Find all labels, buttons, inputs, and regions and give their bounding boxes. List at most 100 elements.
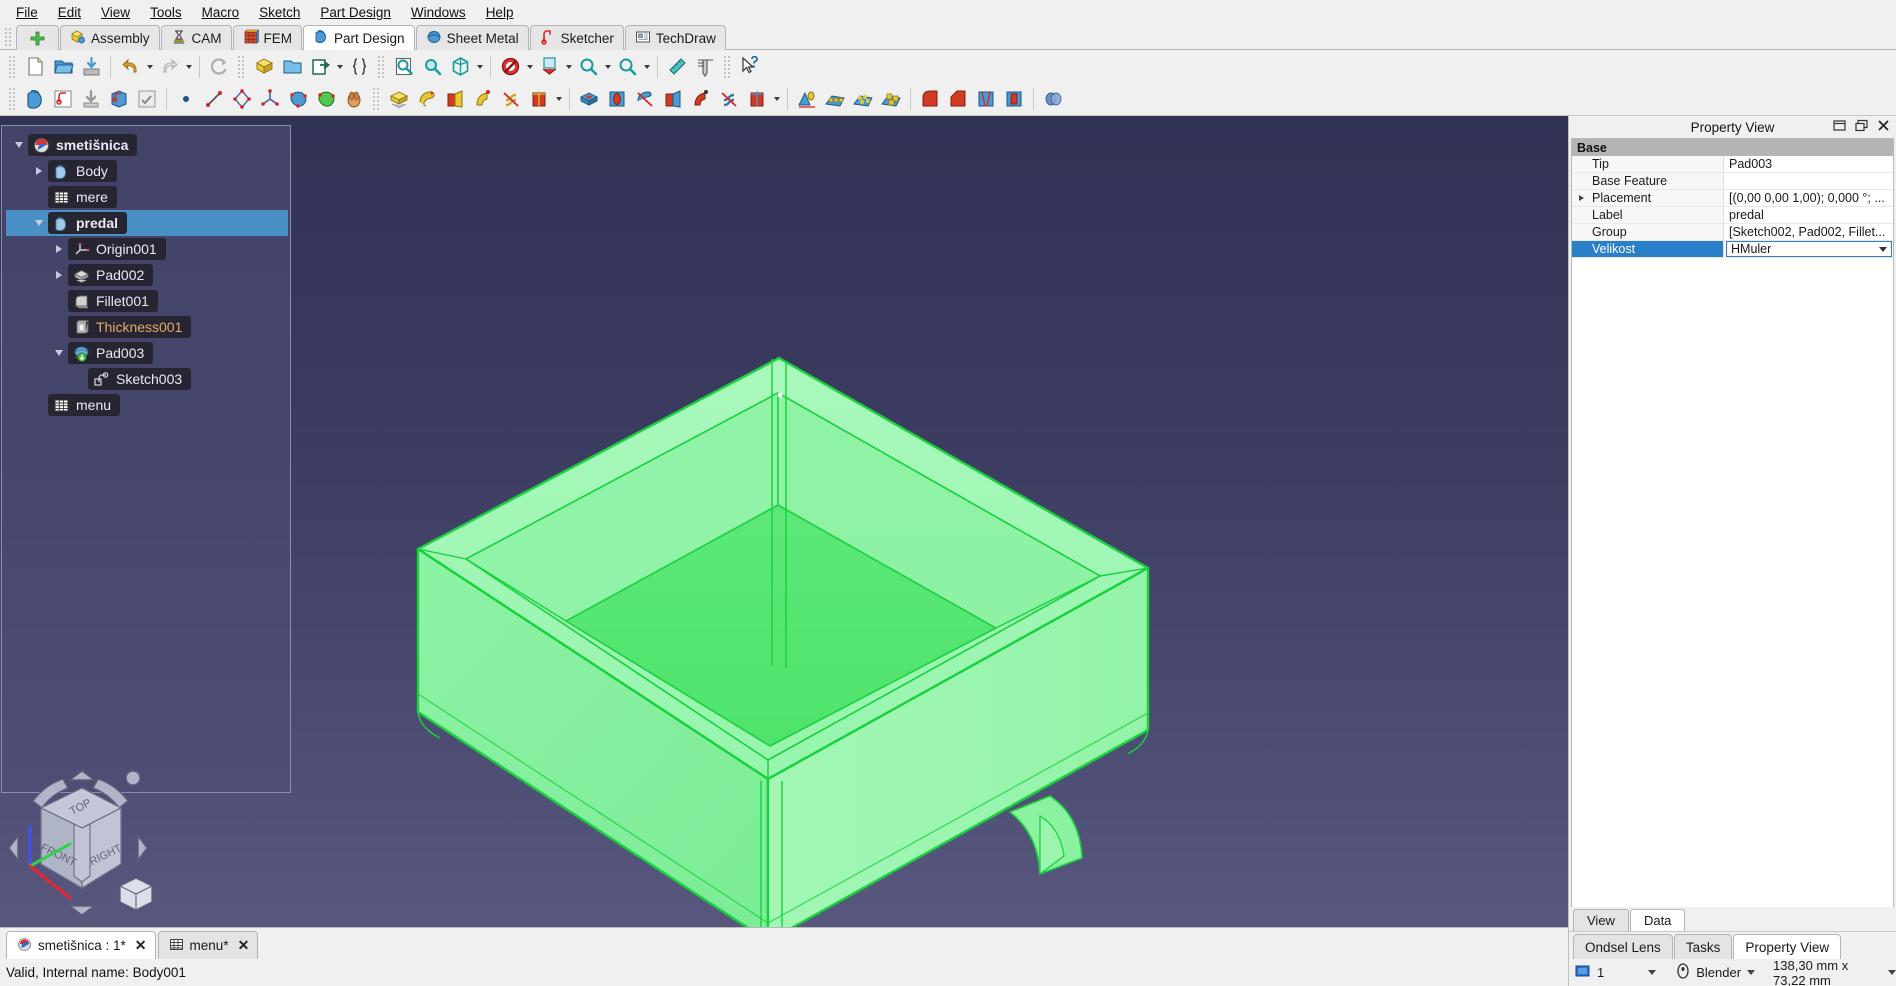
restore-icon[interactable]: [1833, 119, 1846, 135]
property-value-cell[interactable]: [(0,00 0,00 1,00); 0,000 °; ...: [1724, 190, 1893, 206]
renderer-dropdown[interactable]: [1747, 970, 1756, 975]
tree-item-chip[interactable]: predal: [48, 212, 128, 234]
toolbar-grip[interactable]: [4, 27, 13, 47]
chevron-down-icon[interactable]: [10, 132, 28, 158]
create-plane-button[interactable]: [228, 85, 256, 113]
property-row[interactable]: Placement [(0,00 0,00 1,00); 0,000 °; ...: [1572, 190, 1893, 207]
chamfer-button[interactable]: [944, 85, 972, 113]
tree-item-chip[interactable]: Pad003: [68, 342, 154, 364]
property-row[interactable]: Base Feature: [1572, 173, 1893, 190]
property-value-cell[interactable]: Pad003: [1724, 156, 1893, 172]
caliper-button[interactable]: [691, 53, 719, 81]
workbench-tab-part-design[interactable]: Part Design: [303, 25, 415, 50]
draft-button[interactable]: [972, 85, 1000, 113]
tab-data[interactable]: Data: [1629, 909, 1686, 931]
additive-helix-button[interactable]: [497, 85, 525, 113]
toolbar-grip[interactable]: [237, 54, 246, 79]
pocket-button[interactable]: [575, 85, 603, 113]
linear-pattern-button[interactable]: [821, 85, 849, 113]
fit-selection-button[interactable]: [418, 53, 446, 81]
groove-button[interactable]: [631, 85, 659, 113]
additive-primitive-dropdown[interactable]: [553, 85, 564, 113]
tree-item-chip[interactable]: Thickness001: [68, 316, 192, 338]
tree-item-origin001[interactable]: Origin001: [6, 236, 288, 262]
fit-all-button[interactable]: [390, 53, 418, 81]
link-dropdown[interactable]: [334, 53, 345, 81]
redo-dropdown[interactable]: [183, 53, 194, 81]
zoom-selection-button[interactable]: [574, 53, 602, 81]
chevron-down-icon[interactable]: [30, 210, 48, 236]
tree-item-chip[interactable]: smetišnica: [28, 134, 138, 156]
document-tab-smetisnica[interactable]: smetišnica : 1* ✕: [6, 931, 156, 959]
attach-sketch-button[interactable]: [77, 85, 105, 113]
dimension-mode-icon[interactable]: [1575, 964, 1591, 981]
toolbar-grip[interactable]: [377, 54, 386, 79]
menu-view[interactable]: View: [91, 2, 140, 23]
property-key-cell[interactable]: Tip: [1572, 156, 1724, 172]
expand-arrow-icon[interactable]: [1579, 195, 1584, 201]
workbench-tab-fem[interactable]: FEM: [232, 25, 303, 50]
subtractive-helix-button[interactable]: [715, 85, 743, 113]
navigation-cube[interactable]: TOP FRONT RIGHT: [8, 766, 173, 916]
menu-tools[interactable]: Tools: [140, 2, 192, 23]
subtractive-loft-button[interactable]: [659, 85, 687, 113]
make-link-button[interactable]: [306, 53, 334, 81]
draw-style-dropdown[interactable]: [524, 53, 535, 81]
tree-item-chip[interactable]: mere: [48, 186, 117, 208]
fillet-button[interactable]: [916, 85, 944, 113]
boolean-button[interactable]: [1039, 85, 1067, 113]
tree-item-chip[interactable]: menu: [48, 394, 121, 416]
tree-item-predal[interactable]: predal: [6, 210, 288, 236]
create-group-button[interactable]: [278, 53, 306, 81]
edit-sketch-button[interactable]: [105, 85, 133, 113]
tree-item-fillet001[interactable]: Fillet001: [6, 288, 288, 314]
create-subshapebinder-button[interactable]: [312, 85, 340, 113]
pad-button[interactable]: [385, 85, 413, 113]
close-icon[interactable]: ✕: [135, 937, 147, 954]
property-row[interactable]: Tip Pad003: [1572, 156, 1893, 173]
property-row[interactable]: Group [Sketch002, Pad002, Fillet...: [1572, 224, 1893, 241]
draw-style-button[interactable]: [496, 53, 524, 81]
workbench-tab-assembly[interactable]: Assembly: [60, 25, 160, 50]
property-value-cell[interactable]: [Sketch002, Pad002, Fillet...: [1724, 224, 1893, 240]
whats-this-button[interactable]: [736, 53, 764, 81]
toolbar-grip[interactable]: [723, 54, 732, 79]
create-local-cs-button[interactable]: [256, 85, 284, 113]
chevron-right-icon[interactable]: [50, 236, 68, 262]
property-key-cell[interactable]: Group: [1572, 224, 1724, 240]
property-value-cell[interactable]: predal: [1724, 207, 1893, 223]
tree-item-sketch003[interactable]: Sketch003: [6, 366, 288, 392]
create-line-button[interactable]: [200, 85, 228, 113]
view-size-dropdown[interactable]: [1888, 970, 1896, 975]
axonometric-button[interactable]: [535, 53, 563, 81]
workbench-tab-sheet-metal[interactable]: Sheet Metal: [415, 25, 529, 50]
clipping-dropdown[interactable]: [641, 53, 652, 81]
menu-macro[interactable]: Macro: [192, 2, 250, 23]
property-row[interactable]: Velikost HMuler: [1572, 241, 1893, 258]
menu-edit[interactable]: Edit: [48, 2, 91, 23]
menu-part-design[interactable]: Part Design: [310, 2, 401, 23]
property-key-cell[interactable]: Placement: [1572, 190, 1724, 206]
chevron-down-icon[interactable]: [50, 340, 68, 366]
tree-item-thickness001[interactable]: Thickness001: [6, 314, 288, 340]
property-value-cell[interactable]: [1724, 173, 1893, 189]
document-tab-menu[interactable]: menu* ✕: [157, 931, 259, 959]
isometric-view-button[interactable]: [446, 53, 474, 81]
property-key-cell[interactable]: Label: [1572, 207, 1724, 223]
dimension-dropdown[interactable]: [1648, 970, 1657, 975]
menu-sketch[interactable]: Sketch: [249, 2, 310, 23]
model-tree[interactable]: smetišnica Body mere predal Origin001 Pad002 F…: [2, 126, 290, 418]
property-key-cell[interactable]: Velikost: [1572, 241, 1724, 257]
additive-pipe-button[interactable]: [469, 85, 497, 113]
mirrored-button[interactable]: [793, 85, 821, 113]
float-icon[interactable]: [1855, 119, 1868, 135]
chevron-right-icon[interactable]: [50, 262, 68, 288]
close-icon[interactable]: [1877, 119, 1890, 135]
create-clone-button[interactable]: [340, 85, 368, 113]
create-point-button[interactable]: [172, 85, 200, 113]
property-row[interactable]: Label predal: [1572, 207, 1893, 224]
property-value-cell[interactable]: HMuler: [1724, 241, 1893, 257]
validate-sketch-button[interactable]: [133, 85, 161, 113]
redo-button[interactable]: [155, 53, 183, 81]
dock-tab-ondsel-lens[interactable]: Ondsel Lens: [1573, 934, 1673, 959]
